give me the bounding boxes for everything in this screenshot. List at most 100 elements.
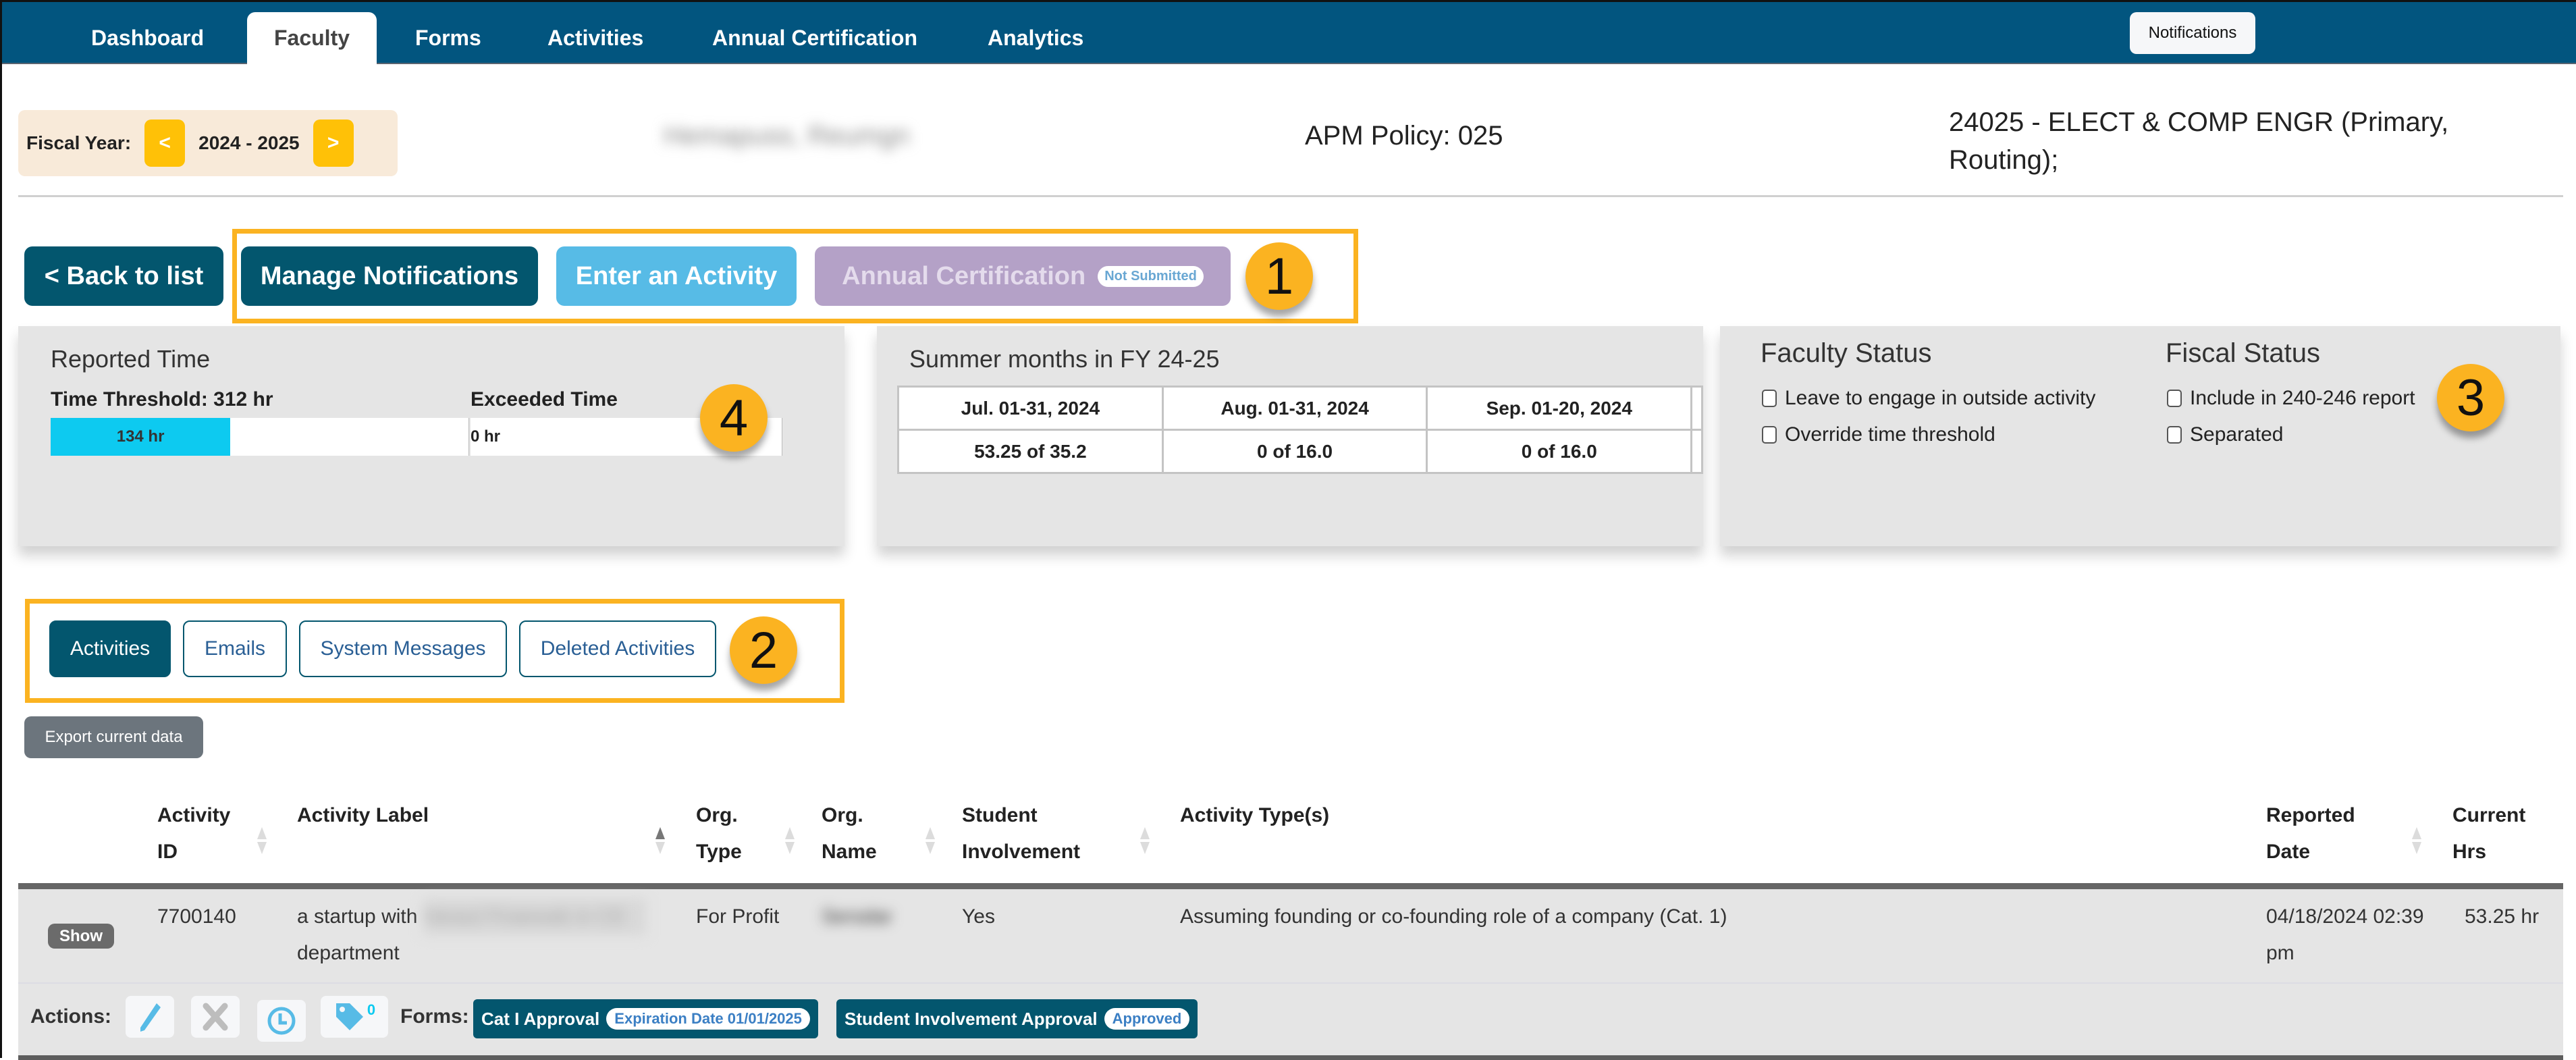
sort-icon[interactable] [785, 827, 795, 854]
subtab-deleted-activities[interactable]: Deleted Activities [519, 620, 716, 677]
summer-value-stub [1690, 429, 1703, 474]
summer-months-title: Summer months in FY 24-25 [909, 345, 1220, 373]
tag-count: 0 [367, 1001, 376, 1018]
department: 24025 - ELECT & COMP ENGR (Primary, Rout… [1949, 107, 2449, 175]
back-to-list-button[interactable]: < Back to list [24, 246, 223, 306]
separated-checkbox[interactable]: Separated [2167, 423, 2283, 446]
faculty-status-title: Faculty Status [1761, 338, 1932, 368]
sort-icon[interactable] [1140, 827, 1150, 854]
delete-button[interactable] [191, 996, 240, 1038]
column-header-student-involvement[interactable]: Student Involvement [962, 797, 1080, 870]
cell-current-hrs: 53.25 hr [2465, 905, 2540, 928]
checkbox-icon[interactable] [2167, 426, 2182, 444]
summer-months-table: Jul. 01-31, 2024 Aug. 01-31, 2024 Sep. 0… [897, 386, 1703, 474]
nav-tab-dashboard[interactable]: Dashboard [70, 12, 225, 64]
cell-activity-label: a startup with Varaut Firaewab in CE dep… [297, 899, 646, 972]
summer-period-stub [1690, 386, 1703, 431]
faculty-name: Hemapuss, Reumgn [664, 121, 910, 151]
summer-months-card: Summer months in FY 24-25 Jul. 01-31, 20… [877, 326, 1703, 546]
history-button[interactable] [257, 1000, 306, 1042]
form-label: Student Involvement Approval [844, 1008, 1098, 1029]
checkbox-label: Leave to engage in outside activity [1785, 387, 2096, 409]
checkbox-label: Override time threshold [1785, 423, 1995, 446]
manage-notifications-button[interactable]: Manage Notifications [241, 246, 538, 306]
column-header-activity-id[interactable]: Activity ID [157, 797, 230, 870]
fiscal-year-prev-button[interactable]: < [144, 120, 186, 167]
cell-student-involvement: Yes [962, 905, 995, 928]
fiscal-status-title: Fiscal Status [2166, 338, 2320, 368]
apm-policy: APM Policy: 025 [1305, 121, 1503, 151]
certification-status-badge: Not Submitted [1098, 265, 1204, 287]
clock-icon [267, 1007, 296, 1035]
header-divider [18, 195, 2563, 197]
cell-org-name: Sersdar [822, 905, 893, 928]
include-240-246-checkbox[interactable]: Include in 240-246 report [2167, 387, 2415, 410]
column-header-reported-date[interactable]: Reported Date [2266, 797, 2355, 870]
fiscal-year-next-button[interactable]: > [313, 120, 354, 167]
column-header-activity-label[interactable]: Activity Label [297, 797, 429, 834]
nav-tab-forms[interactable]: Forms [394, 12, 503, 64]
sort-asc-icon[interactable] [655, 827, 665, 854]
chevron-right-icon: > [327, 132, 340, 154]
checkbox-icon[interactable] [1762, 390, 1777, 407]
status-card: Faculty Status Leave to engage in outsid… [1720, 326, 2560, 546]
override-threshold-checkbox[interactable]: Override time threshold [1762, 423, 1995, 446]
redacted-text: Varaut Firaewab in CE [423, 899, 646, 935]
nav-tab-annual-certification[interactable]: Annual Certification [691, 12, 939, 64]
form-status-badge: Approved [1104, 1008, 1190, 1030]
notifications-button[interactable]: Notifications [2130, 12, 2255, 54]
column-header-org-name[interactable]: Org. Name [822, 797, 877, 870]
row-separator [18, 982, 2563, 984]
column-header-org-type[interactable]: Org. Type [696, 797, 742, 870]
nav-tab-faculty[interactable]: Faculty [247, 12, 377, 64]
annual-certification-button[interactable]: Annual Certification Not Submitted [815, 246, 1231, 306]
form-cat-i-approval[interactable]: Cat I Approval Expiration Date 01/01/202… [473, 999, 818, 1038]
edit-button[interactable] [126, 996, 174, 1038]
exceeded-time-value: 0 hr [471, 427, 501, 446]
time-threshold-label: Time Threshold: 312 hr [51, 388, 273, 410]
checkbox-label: Include in 240-246 report [2190, 387, 2415, 409]
nav-tab-activities[interactable]: Activities [526, 12, 665, 64]
summer-months-value-row: 53.25 of 35.2 0 of 16.0 0 of 16.0 [897, 429, 1703, 474]
subtab-emails[interactable]: Emails [183, 620, 287, 677]
summer-period: Aug. 01-31, 2024 [1161, 386, 1428, 431]
sort-icon[interactable] [925, 827, 935, 854]
tags-button[interactable]: 0 [321, 996, 388, 1038]
callout-badge-1: 1 [1245, 242, 1313, 310]
checkbox-label: Separated [2190, 423, 2284, 446]
reported-time-value: 134 hr [116, 427, 165, 446]
sort-icon[interactable] [2412, 827, 2421, 854]
subtab-system-messages[interactable]: System Messages [299, 620, 507, 677]
summer-value: 0 of 16.0 [1161, 429, 1428, 474]
form-student-involvement-approval[interactable]: Student Involvement Approval Approved [836, 999, 1198, 1038]
enter-activity-button[interactable]: Enter an Activity [556, 246, 797, 306]
summer-months-header-row: Jul. 01-31, 2024 Aug. 01-31, 2024 Sep. 0… [897, 386, 1703, 431]
column-header-current-hrs[interactable]: Current Hrs [2452, 797, 2525, 870]
checkbox-icon[interactable] [1762, 426, 1777, 444]
sort-icon[interactable] [257, 827, 267, 854]
top-navbar: Dashboard Faculty Forms Activities Annua… [2, 2, 2576, 64]
cell-reported-date: 04/18/2024 02:39 pm [2266, 905, 2424, 964]
chevron-left-icon: < [159, 132, 171, 154]
leave-outside-activity-checkbox[interactable]: Leave to engage in outside activity [1762, 387, 2095, 410]
x-icon [203, 1003, 228, 1031]
subtab-activities[interactable]: Activities [49, 620, 171, 677]
reported-time-title: Reported Time [51, 345, 211, 373]
annual-certification-label: Annual Certification [842, 261, 1086, 290]
fiscal-year-value: 2024 - 2025 [198, 132, 300, 153]
tags-icon [336, 1003, 363, 1030]
column-header-activity-types[interactable]: Activity Type(s) [1180, 797, 1329, 834]
callout-badge-4: 4 [700, 384, 768, 452]
reported-time-progress-fill: 134 hr [51, 418, 231, 456]
show-details-button[interactable]: Show [48, 924, 114, 949]
actions-label: Actions: [30, 1005, 111, 1028]
summer-period: Jul. 01-31, 2024 [897, 386, 1164, 431]
cell-activity-types: Assuming founding or co-founding role of… [1180, 905, 1727, 928]
forms-label: Forms: [400, 1005, 469, 1028]
export-current-data-button[interactable]: Export current data [24, 716, 203, 758]
table-header-border [18, 883, 2563, 889]
reported-time-progress: 134 hr [51, 418, 469, 456]
checkbox-icon[interactable] [2167, 390, 2182, 407]
reported-time-card: Reported Time Time Threshold: 312 hr 134… [18, 326, 844, 546]
nav-tab-analytics[interactable]: Analytics [966, 12, 1105, 64]
